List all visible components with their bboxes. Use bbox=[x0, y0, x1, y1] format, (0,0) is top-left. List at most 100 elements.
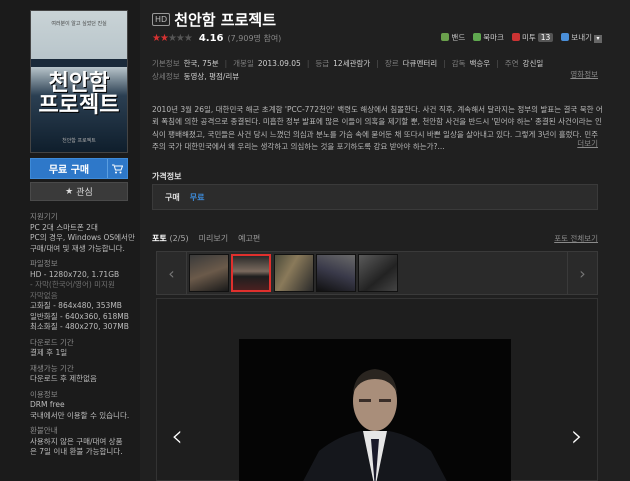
meta-key: 장르 bbox=[384, 59, 399, 68]
photo-next-button[interactable]: › bbox=[571, 419, 583, 454]
side-section-note: - 자막(한국어/영어) 미지원 bbox=[30, 280, 115, 289]
star-empty-icon: ★ bbox=[167, 33, 177, 44]
thumbnail-strip: ‹ › bbox=[156, 251, 598, 295]
share-mitu-button[interactable]: 미투 13 bbox=[511, 32, 554, 43]
mitu-count: 13 bbox=[537, 33, 554, 42]
meta-value: 12세관람가 bbox=[333, 59, 371, 68]
share-band-label: 밴드 bbox=[451, 33, 466, 42]
mitu-icon bbox=[511, 33, 520, 41]
meta-separator: | bbox=[376, 59, 379, 68]
price-label: 구매 bbox=[165, 192, 180, 202]
chevron-left-icon: ‹ bbox=[171, 419, 183, 454]
star-filled-icon: ★ bbox=[152, 33, 161, 44]
hd-badge: HD bbox=[152, 13, 171, 26]
meta-separator: | bbox=[443, 59, 446, 68]
tab-photo-count: (2/5) bbox=[169, 234, 189, 243]
side-section-line: 일반화질 - 640x360, 618MB bbox=[30, 311, 129, 321]
synopsis: 2010년 3월 26일, 대한민국 해군 초계함 'PCC-772천안' 백령… bbox=[152, 105, 603, 152]
poster-title: 천안함 프로젝트 bbox=[31, 73, 127, 117]
media-tabs: 포토 (2/5) 미리보기 예고편 포토 전체보기 bbox=[152, 233, 598, 244]
thumb-next-button[interactable]: › bbox=[567, 252, 597, 294]
star-empty-icon: ★ bbox=[175, 33, 185, 44]
movie-meta: 기본정보 한국, 75분 | 개봉일 2013.09.05 | 등급 12세관람가 | 장르 다큐멘… bbox=[152, 57, 602, 83]
price-box: 구매 무료 bbox=[152, 184, 598, 210]
share-bookmark-label: 북마크 bbox=[483, 33, 504, 42]
price-heading: 가격정보 bbox=[152, 172, 182, 181]
side-section-line: 다운로드 후 제한없음 bbox=[30, 374, 97, 383]
side-section-heading: 재생가능 기간 bbox=[30, 363, 74, 373]
thumb-prev-button[interactable]: ‹ bbox=[157, 252, 187, 294]
rating-stars: ★★★★★ bbox=[152, 33, 193, 44]
poster-title-line2: 프로젝트 bbox=[38, 93, 120, 118]
side-section-note: 자막없음 bbox=[30, 290, 58, 300]
movie-info-link[interactable]: 영화정보 bbox=[570, 69, 598, 80]
meta-value: 한국, 75분 bbox=[183, 59, 219, 68]
side-section-heading: 파일정보 bbox=[30, 259, 58, 268]
tab-photo[interactable]: 포토 (2/5) bbox=[152, 233, 189, 244]
photo-viewer: ‹ › bbox=[156, 298, 598, 481]
meta-key: 등급 bbox=[315, 59, 330, 68]
rating-score: 4.16 bbox=[198, 33, 224, 44]
meta-value: 2013.09.05 bbox=[257, 59, 301, 68]
side-section-heading: 지원기기 bbox=[30, 212, 58, 221]
buy-button-label: 무료 구매 bbox=[48, 165, 90, 176]
main-photo-image bbox=[239, 339, 511, 481]
left-column: 여러분이 알고 싶었던 진실 천안함 프로젝트 천안함 프로젝트 무료 구매 ★… bbox=[0, 0, 140, 481]
star-icon: ★ bbox=[65, 186, 74, 197]
chevron-right-icon: › bbox=[579, 263, 586, 283]
star-empty-icon: ★ bbox=[183, 33, 193, 44]
side-section-line: DRM free bbox=[30, 400, 65, 409]
meta-value: 다큐멘터리 bbox=[402, 59, 438, 68]
send-icon bbox=[561, 33, 570, 41]
side-section-line: 구매/대여 및 재생 가능합니다. bbox=[30, 243, 125, 253]
photo-prev-button[interactable]: ‹ bbox=[171, 419, 183, 454]
poster-tagline: 여러분이 알고 싶었던 진실 bbox=[51, 21, 107, 27]
poster-footer: 천안함 프로젝트 bbox=[62, 138, 96, 144]
wish-button-label: 관심 bbox=[76, 188, 93, 198]
price-value: 무료 bbox=[189, 192, 205, 202]
meta-separator: | bbox=[306, 59, 310, 68]
side-section-heading: 이용정보 bbox=[30, 389, 58, 399]
meta-key: 기본정보 bbox=[152, 59, 180, 68]
share-send-label: 보내기 bbox=[571, 33, 592, 42]
tab-trailer[interactable]: 예고편 bbox=[238, 233, 260, 244]
meta-value: 강신일 bbox=[522, 59, 544, 68]
rating-row: ★★★★★ 4.16 (7,909명 참여) bbox=[152, 33, 281, 44]
share-bookmark-button[interactable]: 북마크 bbox=[473, 32, 504, 43]
title-row: HD 천안함 프로젝트 bbox=[152, 9, 276, 30]
chevron-down-icon[interactable]: ▾ bbox=[594, 35, 602, 43]
buy-button[interactable]: 무료 구매 bbox=[30, 158, 128, 179]
side-section-line: 고화질 - 864x480, 353MB bbox=[30, 301, 122, 310]
page-title: 천안함 프로젝트 bbox=[174, 11, 277, 29]
meta-key: 주연 bbox=[504, 59, 519, 68]
photo-thumbnail-selected[interactable] bbox=[231, 254, 271, 292]
meta-key: 개봉일 bbox=[233, 59, 254, 68]
meta-separator: | bbox=[496, 59, 499, 68]
side-section-heading: 다운로드 기간 bbox=[30, 337, 74, 347]
side-section-line: PC의 경우, Windows OS에서만 bbox=[30, 233, 135, 242]
movie-poster[interactable]: 여러분이 알고 싶었던 진실 천안함 프로젝트 천안함 프로젝트 bbox=[30, 10, 128, 153]
wish-button[interactable]: ★ 관심 bbox=[30, 182, 128, 201]
share-band-button[interactable]: 밴드 bbox=[441, 32, 465, 43]
side-section-heading: 환불안내 bbox=[30, 426, 58, 435]
more-link[interactable]: 더보기 bbox=[577, 138, 598, 149]
meta-value: 동영상, 평점/리뷰 bbox=[183, 72, 240, 81]
photo-thumbnail[interactable] bbox=[358, 254, 398, 292]
side-section-line: 최소화질 - 480x270, 307MB bbox=[30, 322, 129, 331]
chevron-left-icon: ‹ bbox=[168, 263, 175, 283]
photo-thumbnail[interactable] bbox=[316, 254, 356, 292]
photo-all-link[interactable]: 포토 전체보기 bbox=[554, 233, 598, 244]
cart-icon[interactable] bbox=[107, 159, 127, 178]
tab-preview[interactable]: 미리보기 bbox=[199, 233, 228, 244]
side-section-line: 은 7일 이내 환불 가능합니다. bbox=[30, 447, 123, 456]
share-row: 밴드 북마크 미투 13 보내기 ▾ bbox=[441, 32, 602, 43]
photo-thumbnail[interactable] bbox=[274, 254, 314, 292]
side-section-line: 결제 후 1일 bbox=[30, 348, 68, 357]
side-info: 지원기기 PC 2대 스마트폰 2대 PC의 경우, Windows OS에서만 구매… bbox=[30, 212, 138, 458]
rating-votes: (7,909명 참여) bbox=[227, 34, 282, 43]
meta-row: 상세정보 동영상, 평점/리뷰 bbox=[152, 70, 602, 83]
share-send-button[interactable]: 보내기 ▾ bbox=[561, 32, 602, 43]
photo-thumbnail[interactable] bbox=[189, 254, 229, 292]
side-section-line: 국내에서만 이용할 수 있습니다. bbox=[30, 410, 130, 420]
share-mitu-label: 미투 bbox=[521, 33, 536, 42]
